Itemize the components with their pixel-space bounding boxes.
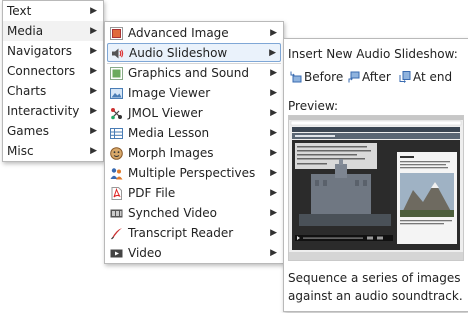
insert-after-icon	[348, 71, 360, 83]
chevron-right-icon: ▶	[270, 88, 277, 98]
submenu-item-media-lesson[interactable]: Media Lesson ▶	[107, 124, 281, 143]
chevron-right-icon: ▶	[90, 126, 97, 136]
menu-item-text[interactable]: Text ▶	[3, 1, 103, 21]
video-film-icon	[110, 209, 123, 218]
chevron-right-icon: ▶	[90, 6, 97, 16]
menu-item-navigators[interactable]: Navigators ▶	[3, 41, 103, 61]
chevron-right-icon: ▶	[90, 26, 97, 36]
menu-item-media[interactable]: Media ▶	[3, 21, 103, 41]
menu-item-games[interactable]: Games ▶	[3, 121, 103, 141]
chevron-right-icon: ▶	[270, 68, 277, 78]
chevron-right-icon: ▶	[269, 48, 276, 58]
submenu-item-transcript-reader[interactable]: Transcript Reader ▶	[107, 224, 281, 243]
submenu-item-morph-images[interactable]: Morph Images ▶	[107, 144, 281, 163]
insert-heading: Insert New Audio Slideshow:	[288, 47, 458, 61]
chevron-right-icon: ▶	[90, 106, 97, 116]
insert-before-button[interactable]: Before	[290, 69, 343, 85]
submenu-item-audio-slideshow[interactable]: Audio Slideshow ▶	[107, 43, 281, 62]
menu-item-charts[interactable]: Charts ▶	[3, 81, 103, 101]
preview-heading: Preview:	[288, 99, 339, 113]
chevron-right-icon: ▶	[270, 208, 277, 218]
chevron-right-icon: ▶	[90, 146, 97, 156]
chevron-right-icon: ▶	[270, 188, 277, 198]
morph-icon	[110, 147, 123, 160]
submenu-item-pdf-file[interactable]: PDF File ▶	[107, 184, 281, 203]
media-lesson-icon	[110, 128, 123, 139]
submenu-item-video[interactable]: Video ▶	[107, 244, 281, 263]
submenu-item-image-viewer[interactable]: Image Viewer ▶	[107, 84, 281, 103]
graphics-sound-icon	[110, 67, 123, 80]
pdf-icon	[111, 187, 122, 200]
insert-menu: Text ▶ Media ▶ Navigators ▶ Connectors ▶…	[2, 0, 104, 162]
quill-icon	[111, 228, 122, 240]
insert-after-button[interactable]: After	[348, 69, 391, 85]
insert-before-icon	[290, 71, 302, 83]
chevron-right-icon: ▶	[270, 128, 277, 138]
people-icon	[110, 168, 123, 180]
image-viewer-icon	[110, 88, 123, 99]
insert-at-end-icon	[399, 71, 411, 83]
chevron-right-icon: ▶	[90, 86, 97, 96]
chevron-right-icon: ▶	[270, 28, 277, 38]
chevron-right-icon: ▶	[270, 168, 277, 178]
submenu-item-advanced-image[interactable]: Advanced Image ▶	[107, 24, 281, 43]
chevron-right-icon: ▶	[270, 148, 277, 158]
chevron-right-icon: ▶	[270, 108, 277, 118]
molecule-icon	[111, 108, 122, 120]
insert-at-end-button[interactable]: At end	[399, 69, 452, 85]
advanced-image-icon	[110, 27, 123, 40]
media-submenu: Advanced Image ▶ Audio Slideshow ▶ Graph…	[104, 21, 284, 264]
submenu-item-synched-video[interactable]: Synched Video ▶	[107, 204, 281, 223]
menu-item-connectors[interactable]: Connectors ▶	[3, 61, 103, 81]
menu-item-misc[interactable]: Misc ▶	[3, 141, 103, 161]
submenu-item-jmol-viewer[interactable]: JMOL Viewer ▶	[107, 104, 281, 123]
menu-item-interactivity[interactable]: Interactivity ▶	[3, 101, 103, 121]
chevron-right-icon: ▶	[270, 228, 277, 238]
preview-image	[289, 116, 463, 260]
submenu-item-graphics-and-sound[interactable]: Graphics and Sound ▶	[107, 64, 281, 83]
preview-thumbnail	[288, 115, 464, 261]
preview-description: Sequence a series of images against an a…	[288, 271, 463, 303]
video-icon	[110, 249, 123, 258]
chevron-right-icon: ▶	[270, 248, 277, 258]
chevron-right-icon: ▶	[90, 46, 97, 56]
speaker-icon	[112, 48, 124, 59]
submenu-item-multiple-perspectives[interactable]: Multiple Perspectives ▶	[107, 164, 281, 183]
insert-preview-panel: Insert New Audio Slideshow: Before After…	[283, 38, 468, 312]
chevron-right-icon: ▶	[90, 66, 97, 76]
